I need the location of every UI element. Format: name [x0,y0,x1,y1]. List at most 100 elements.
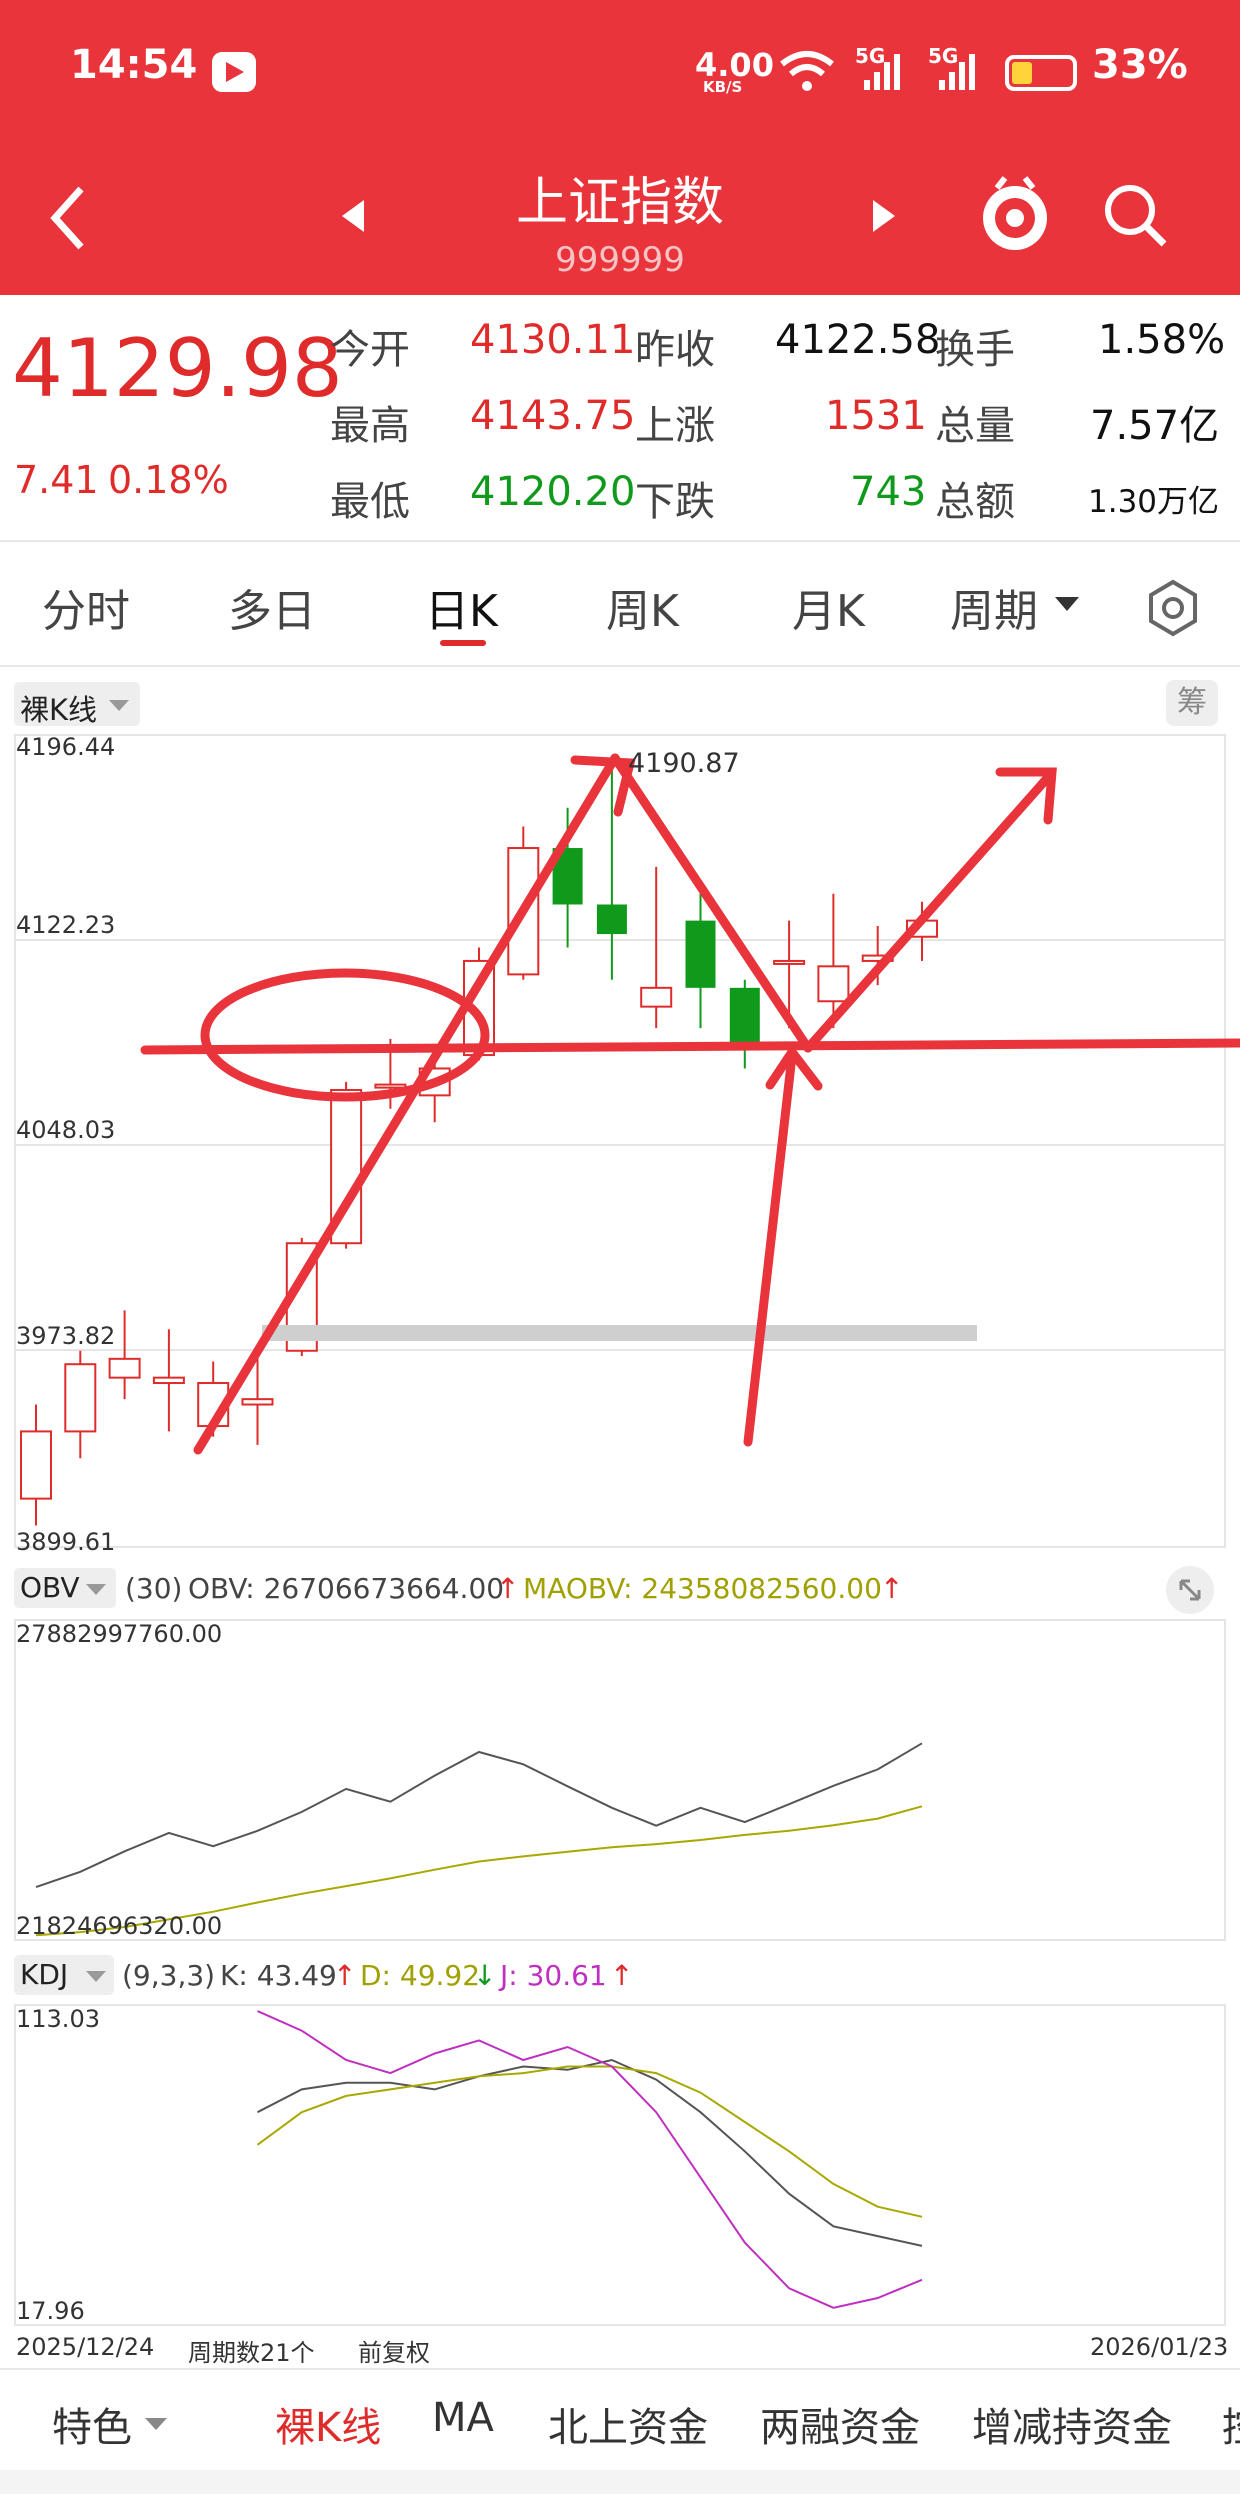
up-count-value: 1531 [825,393,927,439]
candle-body[interactable] [241,1398,274,1406]
tab-period[interactable]: 周期 [950,575,1038,639]
volume-label: 总量 [935,403,1015,449]
bottom-tab-ma[interactable]: MA [432,2395,494,2441]
obv-params: (30) [125,1572,183,1605]
kdj-selector[interactable]: KDJ [14,1955,114,1995]
candlestick-chart[interactable] [0,730,1240,1560]
kdj-selector-label: KDJ [20,1958,69,1991]
signal1-icon [864,54,900,90]
battery-icon [1005,55,1077,91]
low-value: 4120.20 [470,469,636,515]
kline-tick-5: 3899.61 [16,1528,116,1556]
kdj-k-line [257,2058,923,2247]
kdj-params: (9,3,3) [122,1959,216,1992]
home-indicator-area [0,2470,1240,2494]
price-change: 7.41 [14,458,99,502]
maobv-value-label: MAOBV: 24358082560.00 [523,1572,882,1605]
featured-dropdown-icon[interactable] [145,2418,167,2430]
tab-multiday[interactable]: 多日 [228,575,316,639]
bottom-tab-northbound[interactable]: 北上资金 [548,2395,708,2453]
kline-type-label: 裸K线 [20,693,98,727]
adjust-mode[interactable]: 前复权 [358,2333,430,2368]
kline-dropdown-icon [109,700,129,711]
bottom-tab-more[interactable]: 控 [1222,2395,1240,2453]
kdj-j-line [257,2010,923,2309]
chip-button[interactable]: 筹 [1166,680,1218,726]
kdj-d-label: D: 49.92 [360,1959,481,1992]
volume-value: 7.57亿 [1090,403,1220,449]
kdj-d-line [256,2065,923,2218]
kdj-max-tick: 113.03 [16,2005,100,2033]
next-stock-icon[interactable] [873,200,895,232]
support-band [262,1325,977,1341]
status-time: 14:54 [70,42,198,88]
battery-percent: 33% [1092,42,1188,88]
bottom-tab-margin[interactable]: 两融资金 [760,2395,920,2453]
down-count-value: 743 [850,469,927,515]
bottom-tab-naked-k[interactable]: 裸K线 [275,2395,381,2453]
tab-weekly-k[interactable]: 周K [606,575,679,639]
obv-selector[interactable]: OBV [14,1568,116,1608]
kdj-j-label: J: 30.61 [500,1959,607,1992]
media-play-icon [212,52,256,92]
obv-dropdown-icon [86,1584,106,1595]
obv-chart[interactable] [0,1618,1240,1943]
obv-selector-label: OBV [20,1571,80,1604]
price-change-pct: 0.18% [108,458,229,502]
signal2-icon [939,54,975,90]
kline-tick-3: 4048.03 [16,1116,116,1144]
tab-intraday[interactable]: 分时 [42,575,130,639]
net-speed-unit: KB/S [703,78,743,96]
search-icon[interactable] [1100,180,1170,250]
candle-body[interactable] [152,1376,185,1385]
app-header: 14:54 4.00 KB/S 5G 5G 33% 上证指数 999999 [0,0,1240,295]
tab-daily-k[interactable]: 日K [425,575,498,639]
down-count-label: 下跌 [635,479,715,525]
open-label: 今开 [330,327,410,373]
expand-icon[interactable] [1165,1565,1215,1615]
candle-body[interactable] [20,1430,52,1500]
obv-min-tick: 21824696320.00 [16,1912,223,1940]
obv-value-label: OBV: 26706673664.00 [188,1572,505,1605]
amount-label: 总额 [935,479,1015,525]
kline-type-selector[interactable]: 裸K线 [14,682,140,727]
candle-body[interactable] [773,959,806,965]
up-count-label: 上涨 [635,403,715,449]
kdj-d-arrow: ↓ [473,1959,497,1992]
candle-body[interactable] [108,1357,141,1379]
obv-max-tick: 27882997760.00 [16,1620,223,1648]
period-dropdown-icon[interactable] [1055,597,1079,611]
tab-active-indicator [440,640,486,646]
candle-body[interactable] [817,965,850,1003]
kdj-chart[interactable] [0,2003,1240,2328]
kdj-min-tick: 17.96 [16,2297,85,2325]
last-price: 4129.98 [12,322,343,415]
open-value: 4130.11 [470,317,636,363]
tab-monthly-k[interactable]: 月K [792,575,865,639]
maobv-up-arrow: ↑ [880,1572,904,1605]
kdj-k-arrow: ↑ [333,1959,357,1992]
kline-tick-4: 3973.82 [16,1322,116,1350]
high-label: 最高 [330,403,410,449]
wifi-icon [780,51,834,91]
prev-close-label: 昨收 [635,327,715,373]
turnover-label: 换手 [935,327,1015,373]
candle-body[interactable] [596,904,627,935]
bottom-tab-featured[interactable]: 特色 [52,2395,132,2453]
kline-tick-2: 4122.23 [16,911,116,939]
candle-body[interactable] [729,987,760,1050]
chart-end-date: 2026/01/23 [1090,2333,1229,2361]
kline-high-label: 4190.87 [628,748,740,779]
candle-body[interactable] [374,1083,407,1089]
amount-value: 1.30万亿 [1088,484,1220,520]
turnover-value: 1.58% [1098,317,1226,363]
mascot-icon[interactable] [975,172,1055,260]
candle-body[interactable] [64,1363,97,1433]
obv-series-line [35,1742,923,1889]
chart-start-date: 2025/12/24 [16,2333,155,2361]
settings-hexagon-icon[interactable] [1143,578,1203,638]
candle-body[interactable] [685,920,716,988]
period-count: 周期数21个 [188,2339,315,2367]
candle-body[interactable] [640,986,673,1008]
bottom-tab-holdings-change[interactable]: 增减持资金 [972,2395,1172,2453]
